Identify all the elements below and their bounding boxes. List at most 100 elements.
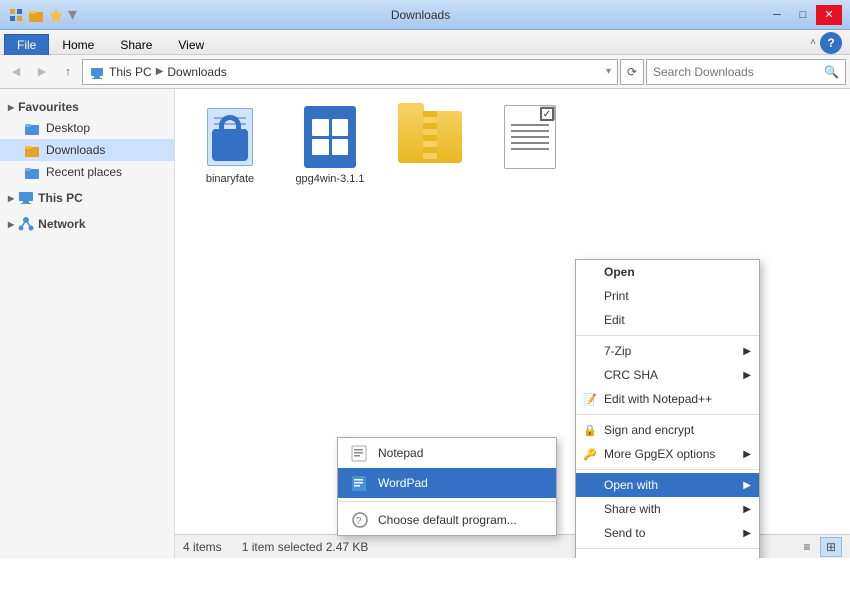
sub-item-wordpad[interactable]: WordPad: [338, 468, 556, 498]
ctx-sendto-label: Send to: [604, 526, 645, 540]
ctx-print[interactable]: Print: [576, 284, 759, 308]
minimize-button[interactable]: ─: [764, 5, 790, 25]
close-button[interactable]: ✕: [816, 5, 842, 25]
ctx-cut-label: Cut: [604, 557, 623, 558]
this-pc-icon-addr: [89, 64, 105, 80]
gpg-doc-icon: [207, 108, 253, 166]
ctx-edit-label: Edit: [604, 313, 625, 327]
selection-status: 1 item selected 2.47 KB: [242, 540, 369, 554]
zip-stripes: [423, 111, 437, 163]
grid-view-button[interactable]: ⊞: [820, 537, 842, 557]
file-item-gpg4win[interactable]: gpg4win-3.1.1: [285, 99, 375, 191]
sidebar-favourites-section: Favourites Desktop Downloads Recent plac…: [0, 97, 174, 183]
context-menu: Open Print Edit 7-Zip ▶ CRC SHA ▶ 📝 Edit…: [575, 259, 760, 558]
ctx-divider-1: [576, 335, 759, 336]
view-buttons: ≡ ⊞: [796, 537, 842, 557]
ctx-notepadpp[interactable]: 📝 Edit with Notepad++: [576, 387, 759, 411]
favourites-label: Favourites: [18, 100, 79, 114]
sidebar-computer-section: This PC: [0, 187, 174, 209]
gpg-lock-overlay: [212, 129, 248, 161]
title-bar-expand: ▾: [68, 4, 77, 25]
ctx-send-to[interactable]: Send to ▶: [576, 521, 759, 545]
notepadpp-icon: 📝: [582, 391, 598, 407]
file-label-binaryfate: binaryfate: [206, 173, 254, 185]
note-line-4: [511, 142, 549, 144]
sidebar-item-recent[interactable]: Recent places: [0, 161, 174, 183]
ctx-crcsha[interactable]: CRC SHA ▶: [576, 363, 759, 387]
ctx-sign-label: Sign and encrypt: [604, 423, 694, 437]
file-item-note[interactable]: [485, 99, 575, 191]
ctx-gpgex-label: More GpgEX options: [604, 447, 715, 461]
ctx-open[interactable]: Open: [576, 260, 759, 284]
address-path[interactable]: This PC ▶ Downloads ▾: [82, 59, 618, 85]
sub-item-notepad[interactable]: Notepad: [338, 438, 556, 468]
sidebar-favourites-header[interactable]: Favourites: [0, 97, 174, 117]
search-box[interactable]: 🔍: [646, 59, 846, 85]
ctx-cut[interactable]: Cut: [576, 552, 759, 558]
ribbon-expand-button[interactable]: ˄: [806, 35, 820, 50]
list-view-button[interactable]: ≡: [796, 537, 818, 557]
recent-folder-icon: [24, 164, 40, 180]
zip-folder-body: [398, 111, 462, 163]
open-with-submenu: Notepad WordPad ?: [337, 437, 557, 536]
network-icon: [18, 216, 34, 232]
tab-file[interactable]: File: [4, 34, 49, 55]
sidebar-downloads-label: Downloads: [46, 143, 105, 157]
file-icon-zip: [398, 105, 462, 169]
ctx-more-gpgex[interactable]: 🔑 More GpgEX options ▶: [576, 442, 759, 466]
help-button[interactable]: ?: [820, 32, 842, 54]
win-pane-1: [312, 119, 329, 136]
ctx-divider-4: [576, 548, 759, 549]
note-file-wrapper: [504, 105, 556, 169]
path-downloads[interactable]: Downloads: [167, 65, 226, 79]
svg-text:?: ?: [356, 516, 362, 527]
sidebar-network-header[interactable]: Network: [0, 213, 174, 235]
sidebar-item-desktop[interactable]: Desktop: [0, 117, 174, 139]
tab-home[interactable]: Home: [49, 34, 107, 55]
ctx-divider-2: [576, 414, 759, 415]
sub-wordpad-label: WordPad: [378, 476, 428, 490]
ctx-sendto-arrow: ▶: [743, 528, 751, 539]
ctx-share-with[interactable]: Share with ▶: [576, 497, 759, 521]
ctx-edit[interactable]: Edit: [576, 308, 759, 332]
file-icon-binaryfate: [198, 105, 262, 169]
sidebar-item-downloads[interactable]: Downloads: [0, 139, 174, 161]
search-icon: 🔍: [824, 65, 839, 79]
forward-button[interactable]: ▶: [30, 60, 54, 84]
sidebar-recent-label: Recent places: [46, 165, 122, 179]
tab-share[interactable]: Share: [107, 34, 165, 55]
win-pane-2: [332, 119, 349, 136]
tab-view[interactable]: View: [165, 34, 217, 55]
gpg-icon-ctx: 🔒: [582, 422, 598, 438]
file-checkbox[interactable]: [540, 107, 554, 121]
ctx-gpgex-arrow: ▶: [743, 449, 751, 460]
up-button[interactable]: ↑: [56, 60, 80, 84]
title-bar-icons: ▾: [8, 4, 77, 25]
file-item-zip[interactable]: [385, 99, 475, 191]
path-this-pc[interactable]: This PC: [109, 65, 152, 79]
sidebar-computer-header[interactable]: This PC: [0, 187, 174, 209]
file-icon-gpg4win: [298, 105, 362, 169]
quick-access-icon: [48, 7, 64, 23]
notepad-icon: [350, 443, 370, 463]
file-area: binaryfate gpg4win-3.1.1: [175, 89, 850, 558]
main-content: Favourites Desktop Downloads Recent plac…: [0, 89, 850, 558]
ctx-crcsha-label: CRC SHA: [604, 368, 658, 382]
refresh-button[interactable]: ⟳: [620, 59, 644, 85]
back-button[interactable]: ◀: [4, 60, 28, 84]
ctx-7zip[interactable]: 7-Zip ▶: [576, 339, 759, 363]
file-item-binaryfate[interactable]: binaryfate: [185, 99, 275, 191]
note-lines: [511, 124, 549, 154]
ctx-openwith-label: Open with: [604, 478, 658, 492]
note-line-3: [511, 136, 549, 138]
search-input[interactable]: [653, 65, 824, 79]
ctx-sign-encrypt[interactable]: 🔒 Sign and encrypt: [576, 418, 759, 442]
dropdown-arrow[interactable]: ▾: [606, 66, 611, 77]
sidebar-desktop-label: Desktop: [46, 121, 90, 135]
maximize-button[interactable]: □: [790, 5, 816, 25]
zip-folder-icon: [398, 111, 462, 163]
win-pane-3: [312, 139, 329, 156]
computer-icon: [18, 190, 34, 206]
ctx-open-with[interactable]: Open with ▶: [576, 473, 759, 497]
sub-item-choose[interactable]: ? Choose default program...: [338, 505, 556, 535]
